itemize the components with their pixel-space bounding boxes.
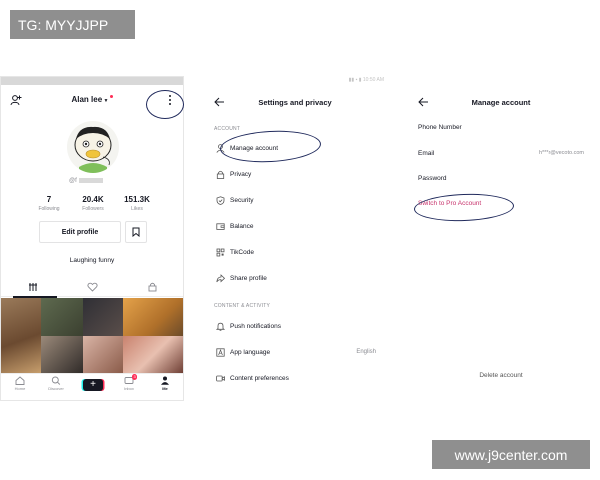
plus-icon: +	[83, 379, 103, 391]
language-icon	[214, 346, 226, 358]
bottom-nav: Home Discover + 3 Inbox Me	[1, 373, 183, 400]
home-icon	[5, 376, 35, 385]
stat-followers-label: Followers	[82, 206, 104, 212]
shield-icon	[214, 194, 226, 206]
row-content-preferences[interactable]: Content preferences	[214, 371, 380, 385]
row-label: App language	[230, 348, 271, 356]
row-label: Push notifications	[230, 322, 281, 330]
status-bar: ▮▮ ▪ ▮ 10:50 AM	[348, 77, 384, 83]
nav-inbox-label: Inbox	[124, 386, 134, 391]
nav-me[interactable]: Me	[150, 376, 180, 391]
video-thumbnail[interactable]	[83, 298, 123, 336]
video-thumbnail[interactable]	[1, 298, 41, 374]
row-label: Privacy	[230, 170, 252, 178]
profile-screen: Alan lee ▼ @f 7 Following 20.4K Follower…	[0, 76, 184, 401]
inbox-badge: 3	[132, 374, 138, 380]
lock-icon	[214, 168, 226, 180]
manage-account-screen: Manage account Phone Number Email h***r@…	[410, 76, 592, 401]
language-value: English	[356, 349, 376, 355]
nav-home[interactable]: Home	[5, 376, 35, 391]
row-security[interactable]: Security	[214, 193, 380, 207]
nav-home-label: Home	[14, 386, 26, 391]
row-label: Content preferences	[230, 374, 289, 382]
profile-tabs	[1, 279, 183, 298]
video-grid	[1, 298, 183, 374]
row-tikcode[interactable]: TikCode	[214, 245, 380, 259]
stat-following-value: 7	[46, 195, 52, 204]
tab-liked[interactable]	[87, 282, 98, 292]
video-icon	[214, 372, 226, 384]
nav-me-label: Me	[162, 386, 168, 391]
nav-discover[interactable]: Discover	[41, 376, 71, 391]
annotation-circle-more	[146, 90, 184, 119]
phone-number-row[interactable]: Phone Number	[418, 124, 462, 131]
manage-account-title: Manage account	[471, 98, 531, 107]
section-account: ACCOUNT	[214, 126, 241, 132]
profile-name-text: Alan lee	[71, 95, 103, 104]
email-value: h***r@vecoto.com	[538, 150, 584, 156]
delete-account-button[interactable]: Delete account	[410, 372, 592, 379]
stat-likes-label: Likes	[131, 206, 143, 212]
row-app-language[interactable]: App language English	[214, 345, 380, 359]
settings-title: Settings and privacy	[258, 98, 332, 107]
video-thumbnail[interactable]	[83, 336, 123, 374]
settings-screen: ▮▮ ▪ ▮ 10:50 AM Settings and privacy ACC…	[206, 76, 384, 401]
video-thumbnail[interactable]	[41, 298, 83, 336]
row-label: Balance	[230, 222, 254, 230]
email-row[interactable]: Email	[418, 150, 434, 157]
avatar[interactable]	[67, 121, 119, 173]
search-icon	[41, 376, 71, 385]
row-push-notifications[interactable]: Push notifications	[214, 319, 380, 333]
video-thumbnail[interactable]	[123, 336, 183, 374]
bookmark-icon	[132, 227, 140, 237]
person-icon	[150, 376, 180, 385]
stat-likes-value: 151.3K	[124, 195, 150, 204]
row-share-profile[interactable]: Share profile	[214, 271, 380, 285]
password-row[interactable]: Password	[418, 175, 447, 182]
bell-icon	[214, 320, 226, 332]
inbox-icon: 3	[114, 374, 144, 385]
row-privacy[interactable]: Privacy	[214, 167, 380, 181]
status-bar	[1, 77, 183, 85]
profile-bio: Laughing funny	[69, 257, 115, 264]
tab-private[interactable]	[148, 282, 157, 292]
row-label: Security	[230, 196, 254, 204]
blurred-username	[78, 178, 103, 183]
username: @f	[69, 178, 103, 184]
nav-create[interactable]: +	[78, 379, 108, 391]
watermark-top: TG: MYYJJPP	[10, 10, 135, 39]
notification-dot	[109, 95, 113, 98]
row-label: TikCode	[230, 248, 254, 256]
section-content-activity: CONTENT & ACTIVITY	[214, 303, 271, 309]
share-icon	[214, 272, 226, 284]
qr-icon	[214, 246, 226, 258]
video-thumbnail[interactable]	[41, 336, 83, 374]
tab-videos[interactable]	[28, 282, 38, 292]
stat-followers-value: 20.4K	[82, 195, 104, 204]
wallet-icon	[214, 220, 226, 232]
row-balance[interactable]: Balance	[214, 219, 380, 233]
nav-discover-label: Discover	[48, 386, 64, 391]
watermark-bottom: www.j9center.com	[432, 440, 590, 469]
video-thumbnail[interactable]	[123, 298, 183, 336]
stat-following-label: Following	[38, 206, 60, 212]
username-text: @f	[69, 178, 77, 185]
chevron-down-icon: ▼	[102, 98, 109, 104]
bookmark-button[interactable]	[125, 221, 147, 243]
edit-profile-button[interactable]: Edit profile	[39, 221, 121, 243]
nav-inbox[interactable]: 3 Inbox	[114, 374, 144, 391]
row-label: Share profile	[230, 274, 267, 282]
